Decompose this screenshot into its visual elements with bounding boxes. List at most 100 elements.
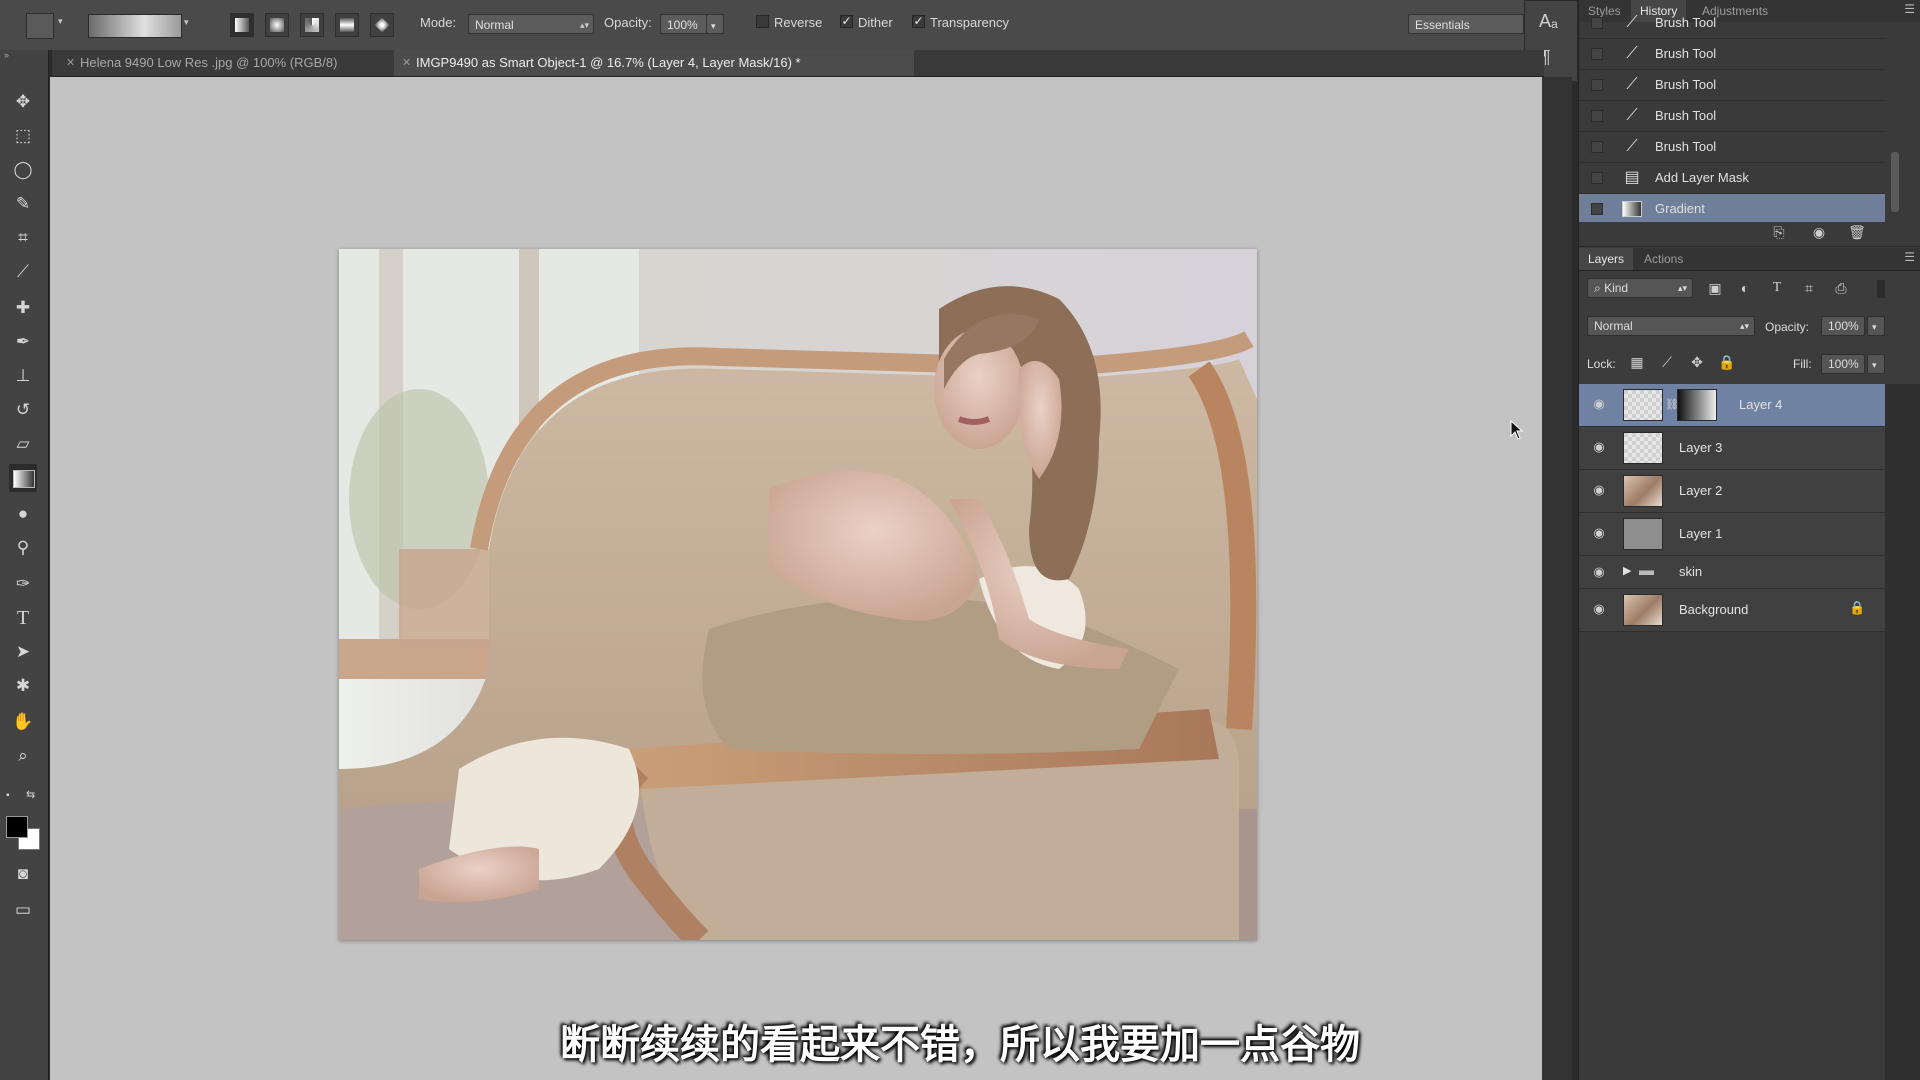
layer-thumbnail[interactable] bbox=[1623, 389, 1663, 421]
screen-mode-icon[interactable]: ▭ bbox=[9, 896, 37, 924]
linear-gradient-button[interactable] bbox=[230, 13, 254, 37]
shape-icon[interactable]: ✱ bbox=[9, 672, 37, 700]
history-snapshot-checkbox[interactable] bbox=[1591, 172, 1603, 184]
layer-row-layer-1[interactable]: ◉ Layer 1 bbox=[1579, 513, 1885, 556]
history-snapshot-checkbox[interactable] bbox=[1591, 110, 1603, 122]
eye-icon[interactable]: ◉ bbox=[1589, 396, 1609, 412]
layer-opacity-dropdown[interactable]: ▾ bbox=[1867, 316, 1885, 336]
gradient-picker[interactable] bbox=[88, 14, 182, 38]
layer-row-background[interactable]: ◉ Background 🔒 bbox=[1579, 589, 1885, 632]
filter-adjustment-icon[interactable]: ◐ bbox=[1735, 280, 1755, 296]
tool-preset-icon[interactable] bbox=[26, 13, 54, 39]
eraser-icon[interactable]: ▱ bbox=[9, 430, 37, 458]
tab-actions[interactable]: Actions bbox=[1635, 248, 1692, 270]
workspace-select[interactable]: Essentials bbox=[1408, 14, 1524, 34]
close-icon[interactable]: ✕ bbox=[402, 50, 411, 76]
hand-icon[interactable]: ✋ bbox=[9, 708, 37, 736]
layer-group-skin[interactable]: ◉ ▶ ▬ skin bbox=[1579, 556, 1885, 589]
lock-all-icon[interactable]: 🔒 bbox=[1717, 354, 1737, 371]
trash-icon[interactable]: 🗑 bbox=[1847, 224, 1867, 241]
layer-opacity-input[interactable]: 100% bbox=[1821, 316, 1865, 336]
history-item[interactable]: ⟋ Brush Tool bbox=[1579, 101, 1885, 132]
tab-document-1[interactable]: ✕ Helena 9490 Low Res .jpg @ 100% (RGB/8) bbox=[58, 50, 388, 76]
history-snapshot-checkbox[interactable] bbox=[1591, 141, 1603, 153]
filter-pixel-icon[interactable]: ▣ bbox=[1705, 280, 1725, 297]
transparency-checkbox[interactable]: ✓ bbox=[912, 15, 925, 28]
move-icon[interactable]: ✥ bbox=[9, 88, 37, 116]
collapse-icon[interactable]: » bbox=[4, 50, 9, 60]
quick-mask-icon[interactable]: ◙ bbox=[9, 860, 37, 888]
chevron-down-icon[interactable]: ▾ bbox=[58, 16, 63, 27]
radial-gradient-button[interactable] bbox=[265, 13, 289, 37]
stamp-icon[interactable]: ⊥ bbox=[9, 362, 37, 390]
history-item[interactable]: ⟋ Brush Tool bbox=[1579, 132, 1885, 163]
layer-row-layer-4[interactable]: ◉ ⛓ Layer 4 bbox=[1579, 384, 1885, 427]
reverse-checkbox[interactable] bbox=[756, 15, 769, 28]
history-item-active[interactable]: Gradient bbox=[1579, 194, 1885, 225]
path-select-icon[interactable]: ➤ bbox=[9, 638, 37, 666]
default-colors-icon[interactable]: ▪ bbox=[6, 790, 10, 801]
mode-select[interactable]: Normal ▴▾ bbox=[468, 14, 594, 34]
eyedropper-icon[interactable]: ⟋ bbox=[9, 258, 37, 286]
history-item[interactable]: ▤ Add Layer Mask bbox=[1579, 163, 1885, 194]
layer-filter-select[interactable]: ⌕ Kind ▴▾ bbox=[1587, 278, 1693, 298]
layer-thumbnail[interactable] bbox=[1623, 432, 1663, 464]
marquee-icon[interactable]: ⬚ bbox=[9, 122, 37, 150]
history-item[interactable]: ⟋ Brush Tool bbox=[1579, 39, 1885, 70]
gradient-icon[interactable] bbox=[9, 464, 37, 492]
filter-type-icon[interactable]: T bbox=[1767, 280, 1787, 296]
swap-colors-icon[interactable]: ⇆ bbox=[26, 788, 35, 801]
tab-layers[interactable]: Layers bbox=[1579, 248, 1634, 270]
blur-icon[interactable]: ● bbox=[9, 500, 37, 528]
filter-toggle[interactable] bbox=[1877, 280, 1885, 298]
lock-position-icon[interactable]: ✥ bbox=[1687, 354, 1707, 371]
opacity-dropdown[interactable]: ▾ bbox=[706, 14, 724, 34]
filter-shape-icon[interactable]: ⌗ bbox=[1799, 280, 1819, 297]
eye-icon[interactable]: ◉ bbox=[1589, 564, 1609, 580]
filter-smart-object-icon[interactable]: ⎙ bbox=[1831, 280, 1851, 297]
document-image[interactable] bbox=[339, 249, 1257, 940]
diamond-gradient-button[interactable] bbox=[370, 13, 394, 37]
history-snapshot-checkbox[interactable] bbox=[1591, 48, 1603, 60]
blend-mode-select[interactable]: Normal ▴▾ bbox=[1587, 316, 1755, 336]
snapshot-camera-icon[interactable]: ◉ bbox=[1809, 224, 1829, 241]
pen-icon[interactable]: ✑ bbox=[9, 570, 37, 598]
history-brush-icon[interactable]: ↺ bbox=[9, 396, 37, 424]
layer-thumbnail[interactable] bbox=[1623, 475, 1663, 507]
fill-dropdown[interactable]: ▾ bbox=[1867, 354, 1885, 374]
fill-input[interactable]: 100% bbox=[1821, 354, 1865, 374]
reflected-gradient-button[interactable] bbox=[335, 13, 359, 37]
eye-icon[interactable]: ◉ bbox=[1589, 601, 1609, 617]
zoom-icon[interactable]: ⌕ bbox=[9, 742, 37, 770]
dodge-icon[interactable]: ⚲ bbox=[9, 534, 37, 562]
history-snapshot-checkbox[interactable] bbox=[1591, 17, 1603, 29]
eye-icon[interactable]: ◉ bbox=[1589, 525, 1609, 541]
close-icon[interactable]: ✕ bbox=[66, 50, 75, 76]
character-panel-icon[interactable]: Aₐ bbox=[1539, 11, 1558, 32]
type-icon[interactable]: T bbox=[9, 604, 37, 632]
eye-icon[interactable]: ◉ bbox=[1589, 482, 1609, 498]
lock-pixels-icon[interactable]: ⟋ bbox=[1657, 354, 1677, 371]
eye-icon[interactable]: ◉ bbox=[1589, 439, 1609, 455]
history-scrollbar[interactable] bbox=[1891, 152, 1899, 212]
tab-document-2[interactable]: ✕ IMGP9490 as Smart Object-1 @ 16.7% (Lay… bbox=[394, 50, 914, 76]
panel-menu-icon[interactable]: ☰ bbox=[1904, 2, 1915, 16]
history-snapshot-checkbox[interactable] bbox=[1591, 79, 1603, 91]
layer-row-layer-3[interactable]: ◉ Layer 3 bbox=[1579, 427, 1885, 470]
layer-thumbnail[interactable] bbox=[1623, 594, 1663, 626]
layer-row-layer-2[interactable]: ◉ Layer 2 bbox=[1579, 470, 1885, 513]
chevron-down-icon[interactable]: ▾ bbox=[184, 17, 189, 28]
panel-menu-icon[interactable]: ☰ bbox=[1904, 250, 1915, 264]
foreground-color-swatch[interactable] bbox=[6, 816, 28, 838]
layer-thumbnail[interactable] bbox=[1623, 518, 1663, 550]
crop-icon[interactable]: ⌗ bbox=[9, 224, 37, 252]
angle-gradient-button[interactable] bbox=[300, 13, 324, 37]
lasso-icon[interactable]: ◯ bbox=[9, 156, 37, 184]
history-item[interactable]: ⟋ Brush Tool bbox=[1579, 70, 1885, 101]
history-item[interactable]: ⟋ Brush Tool bbox=[1579, 8, 1885, 39]
quick-select-icon[interactable]: ✎ bbox=[9, 190, 37, 218]
new-document-from-state-icon[interactable]: ⎘ bbox=[1769, 224, 1789, 241]
history-snapshot-checkbox[interactable] bbox=[1591, 203, 1603, 215]
dither-checkbox[interactable]: ✓ bbox=[840, 15, 853, 28]
expand-arrow-icon[interactable]: ▶ bbox=[1623, 564, 1631, 577]
